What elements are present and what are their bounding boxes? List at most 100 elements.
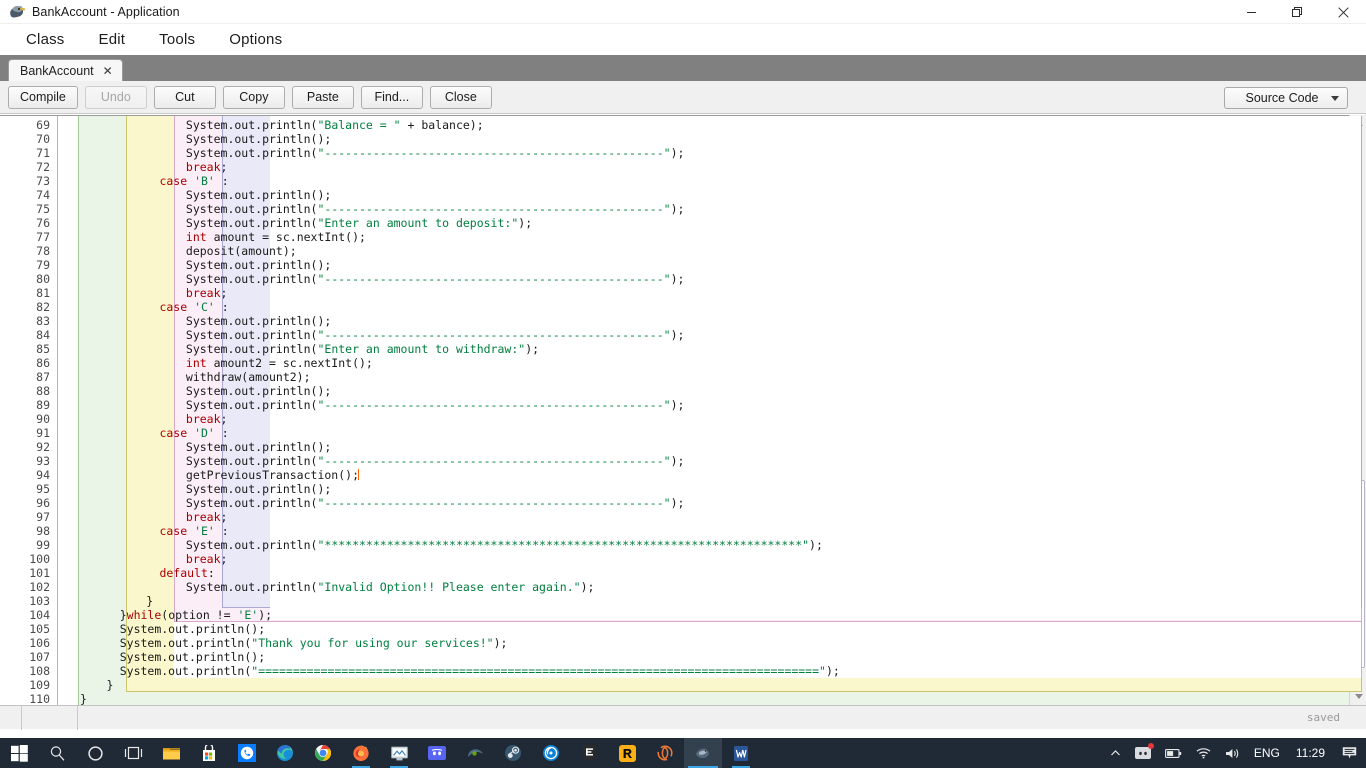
code-line[interactable]: break; [58, 552, 1366, 566]
battery-icon[interactable] [1158, 738, 1189, 768]
discord-icon[interactable] [418, 738, 456, 768]
editor-tab-strip: BankAccount ✕ [0, 55, 1366, 81]
close-window-button[interactable] [1320, 0, 1366, 24]
code-line[interactable]: }while(option != 'E'); [58, 608, 1366, 622]
code-line[interactable]: System.out.println("Balance = " + balanc… [58, 118, 1366, 132]
epic-games-icon[interactable] [570, 738, 608, 768]
code-line[interactable]: System.out.println(); [58, 650, 1366, 664]
close-editor-button[interactable]: Close [429, 85, 492, 109]
ubisoft-connect-icon[interactable] [532, 738, 570, 768]
rockstar-games-icon[interactable] [608, 738, 646, 768]
restore-button[interactable] [1274, 0, 1320, 24]
microsoft-store-icon[interactable] [190, 738, 228, 768]
chevron-up-icon[interactable] [1103, 738, 1128, 768]
file-explorer-icon[interactable] [152, 738, 190, 768]
code-line[interactable]: int amount = sc.nextInt(); [58, 230, 1366, 244]
code-line[interactable]: System.out.println(); [58, 384, 1366, 398]
code-line[interactable]: case 'D' : [58, 426, 1366, 440]
status-segment-left [0, 705, 22, 730]
code-line[interactable]: break; [58, 160, 1366, 174]
google-chrome-icon[interactable] [304, 738, 342, 768]
search-icon[interactable] [38, 738, 76, 768]
code-line[interactable]: System.out.println("Thank you for using … [58, 636, 1366, 650]
line-number: 72 [36, 160, 50, 174]
code-line[interactable]: System.out.println(); [58, 188, 1366, 202]
code-line[interactable]: break; [58, 412, 1366, 426]
line-number: 89 [36, 398, 50, 412]
code-line[interactable]: System.out.println(); [58, 482, 1366, 496]
code-line[interactable]: System.out.println("Enter an amount to w… [58, 342, 1366, 356]
code-line[interactable]: System.out.println("********************… [58, 538, 1366, 552]
view-mode-select[interactable]: Source Code [1224, 87, 1348, 109]
code-token: System.out.println(); [185, 440, 332, 454]
discord-tray-icon[interactable] [1128, 738, 1158, 768]
nvidia-icon[interactable] [456, 738, 494, 768]
code-line[interactable]: System.out.println("--------------------… [58, 272, 1366, 286]
steam-icon[interactable] [494, 738, 532, 768]
code-token: break [185, 552, 221, 566]
tab-bankaccount[interactable]: BankAccount ✕ [8, 59, 123, 81]
code-line[interactable]: case 'C' : [58, 300, 1366, 314]
language-indicator[interactable]: ENG [1248, 746, 1286, 760]
code-line[interactable]: System.out.println("--------------------… [58, 454, 1366, 468]
microsoft-edge-icon[interactable] [266, 738, 304, 768]
notification-center-icon[interactable] [1335, 738, 1364, 768]
word-icon[interactable] [722, 738, 760, 768]
line-number: 80 [36, 272, 50, 286]
cut-button[interactable]: Cut [153, 85, 216, 109]
code-line[interactable]: break; [58, 286, 1366, 300]
menu-class[interactable]: Class [13, 28, 78, 51]
code-line[interactable]: deposit(amount); [58, 244, 1366, 258]
menu-edit[interactable]: Edit [86, 28, 139, 51]
opera-gx-icon[interactable] [646, 738, 684, 768]
code-line[interactable]: System.out.println(); [58, 440, 1366, 454]
volume-icon[interactable] [1218, 738, 1248, 768]
cortana-icon[interactable] [76, 738, 114, 768]
code-line[interactable]: System.out.println("====================… [58, 664, 1366, 678]
code-line[interactable]: System.out.println("--------------------… [58, 202, 1366, 216]
line-number: 99 [36, 538, 50, 552]
photos-icon[interactable] [380, 738, 418, 768]
firefox-icon[interactable] [342, 738, 380, 768]
wifi-icon[interactable] [1189, 738, 1218, 768]
code-token: ; [220, 412, 228, 426]
code-text-area[interactable]: System.out.println("Balance = " + balanc… [58, 116, 1366, 705]
menu-options[interactable]: Options [216, 28, 295, 51]
code-line[interactable]: } [58, 594, 1366, 608]
code-line[interactable]: default: [58, 566, 1366, 580]
code-line[interactable]: } [58, 692, 1366, 705]
code-line[interactable]: System.out.println("--------------------… [58, 496, 1366, 510]
code-line[interactable]: System.out.println("Enter an amount to d… [58, 216, 1366, 230]
taskbar-clock[interactable]: 11:29 [1286, 746, 1335, 760]
code-line[interactable]: System.out.println("--------------------… [58, 328, 1366, 342]
code-line[interactable]: } [58, 678, 1366, 692]
view-mode-value: Source Code [1245, 91, 1319, 105]
code-line[interactable]: System.out.println(); [58, 132, 1366, 146]
minimize-button[interactable] [1228, 0, 1274, 24]
code-line[interactable]: break; [58, 510, 1366, 524]
menu-tools[interactable]: Tools [146, 28, 208, 51]
paste-button[interactable]: Paste [291, 85, 354, 109]
code-line[interactable]: System.out.println(); [58, 258, 1366, 272]
find-button[interactable]: Find... [360, 85, 423, 109]
task-view-icon[interactable] [114, 738, 152, 768]
code-line[interactable]: case 'E' : [58, 524, 1366, 538]
start-button[interactable] [0, 738, 38, 768]
code-line[interactable]: System.out.println(); [58, 622, 1366, 636]
code-line[interactable]: int amount2 = sc.nextInt(); [58, 356, 1366, 370]
code-line[interactable]: System.out.println("--------------------… [58, 398, 1366, 412]
whatsapp-icon[interactable] [228, 738, 266, 768]
code-token: amount2 = sc.nextInt(); [206, 356, 373, 370]
close-icon[interactable]: ✕ [103, 65, 113, 77]
code-line[interactable]: getPreviousTransaction(); [58, 468, 1366, 482]
code-line[interactable]: case 'B' : [58, 174, 1366, 188]
code-token: System.out.println( [185, 216, 318, 230]
compile-button[interactable]: Compile [8, 85, 78, 109]
code-line[interactable]: System.out.println("Invalid Option!! Ple… [58, 580, 1366, 594]
code-token: default [159, 566, 208, 580]
code-line[interactable]: withdraw(amount2); [58, 370, 1366, 384]
code-line[interactable]: System.out.println("--------------------… [58, 146, 1366, 160]
bluej-icon[interactable] [684, 738, 722, 768]
copy-button[interactable]: Copy [222, 85, 285, 109]
code-line[interactable]: System.out.println(); [58, 314, 1366, 328]
